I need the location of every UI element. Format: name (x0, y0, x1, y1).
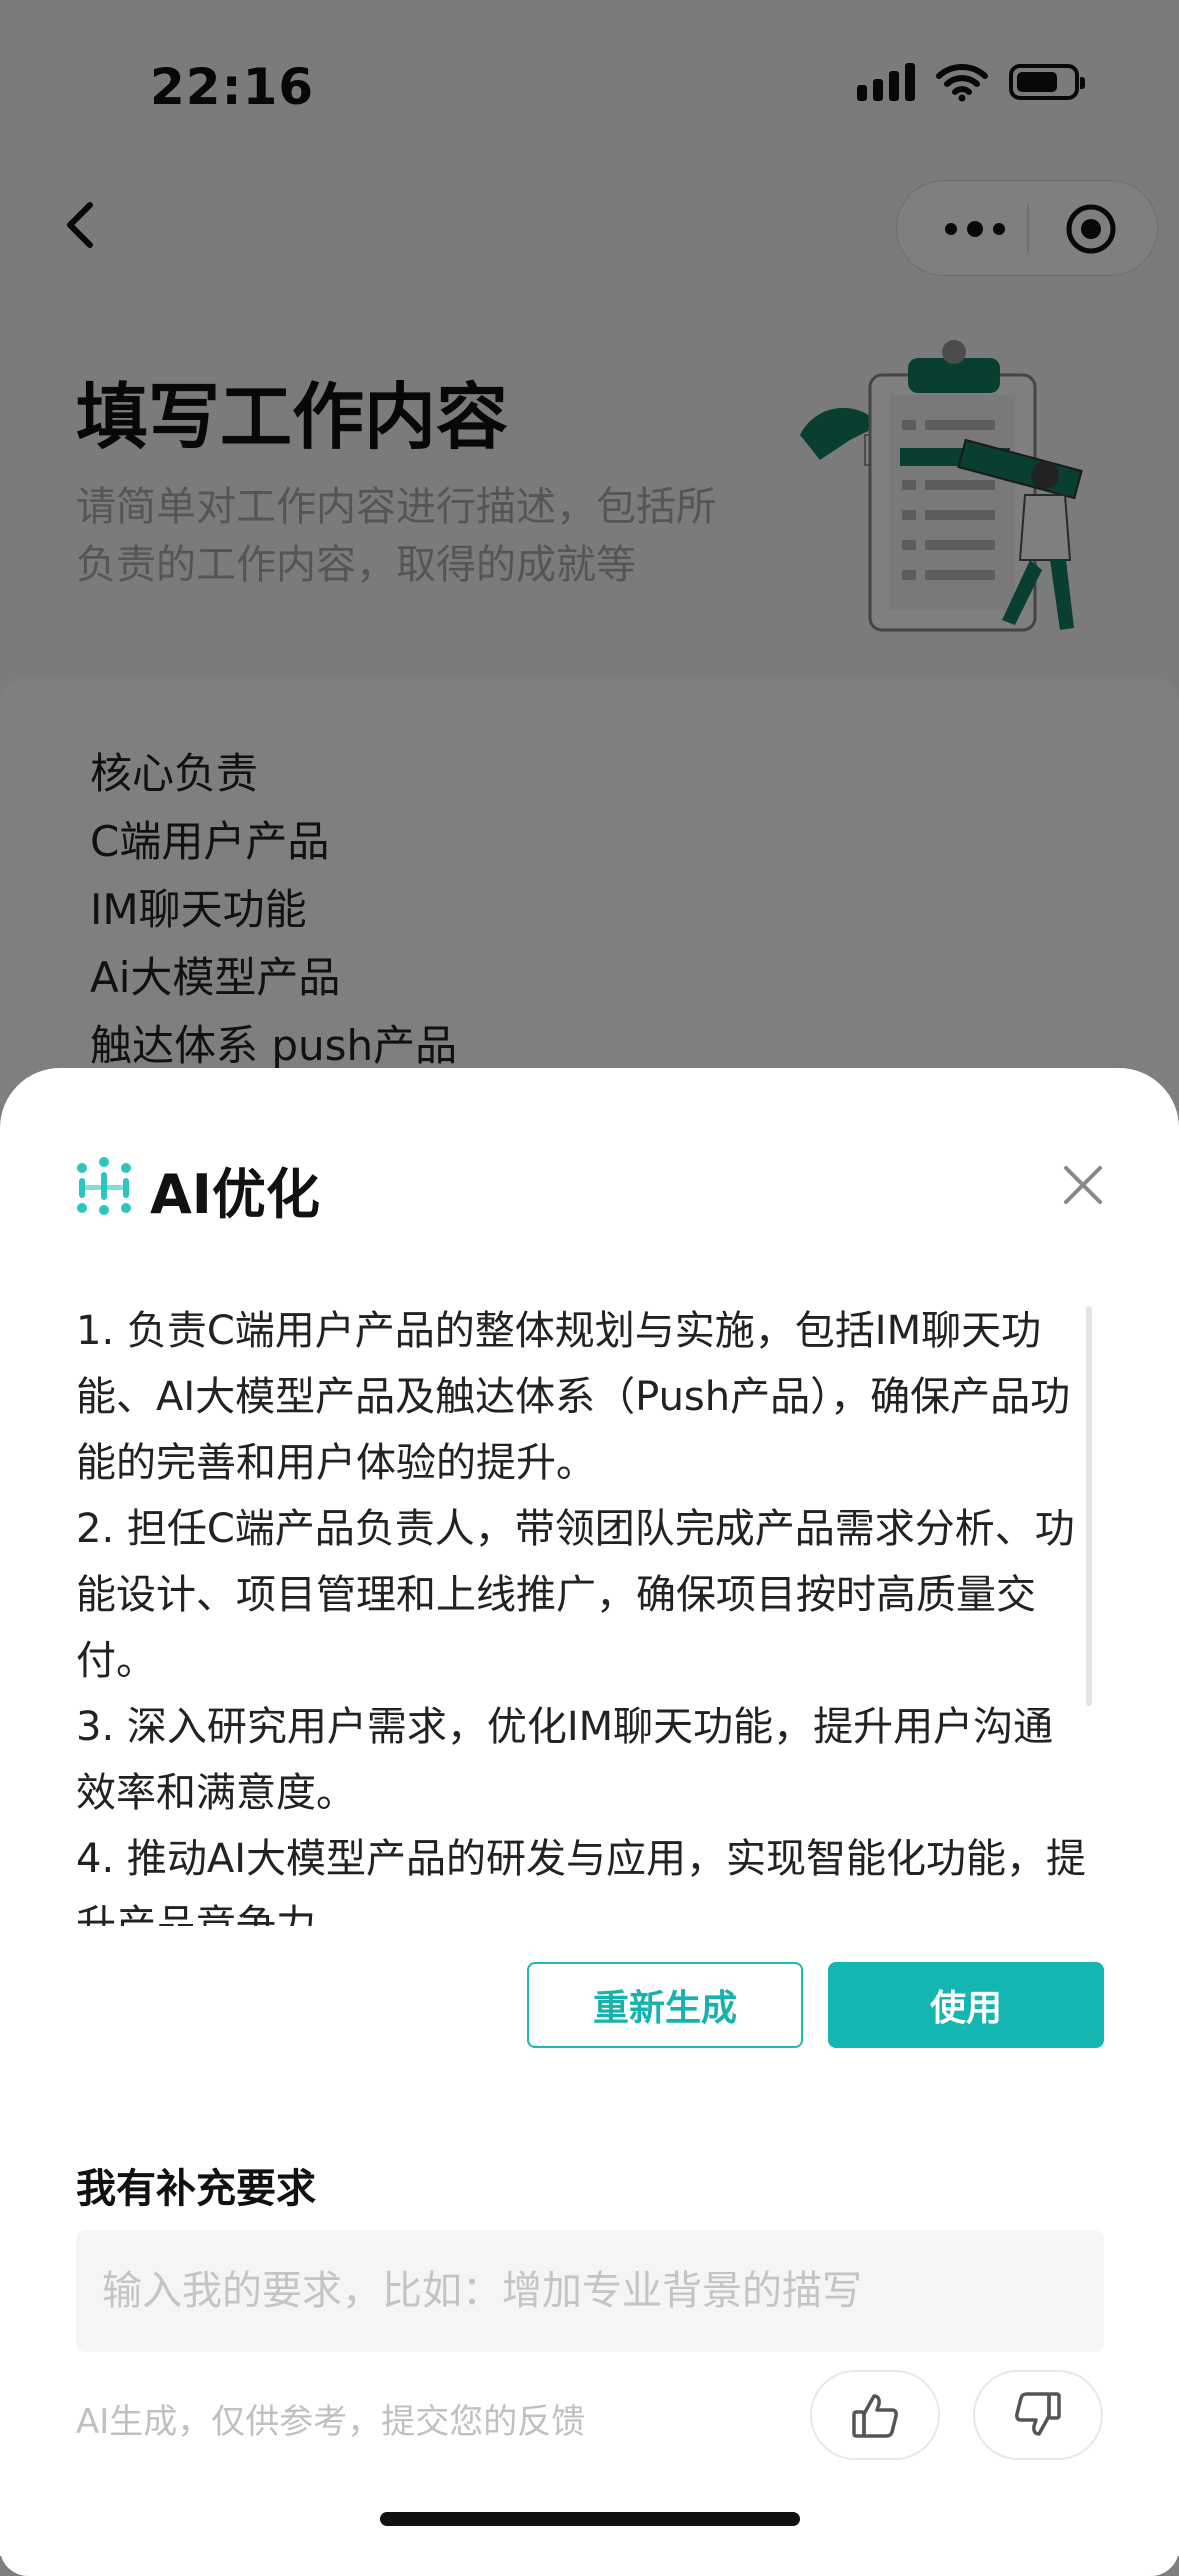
ai-result-scroll[interactable]: 1. 负责C端用户产品的整体规划与实施，包括IM聊天功能、AI大模型产品及触达体… (76, 1298, 1092, 1926)
ai-logo-icon (77, 1157, 131, 1215)
ai-result-text: 1. 负责C端用户产品的整体规划与实施，包括IM聊天功能、AI大模型产品及触达体… (76, 1308, 1087, 1926)
supplement-label: 我有补充要求 (76, 2166, 316, 2212)
disclaimer-text: AI生成，仅供参考，提交您的反馈 (76, 2402, 586, 2442)
use-button[interactable]: 使用 (828, 1962, 1104, 2048)
home-indicator[interactable] (380, 2512, 800, 2526)
regenerate-button[interactable]: 重新生成 (527, 1962, 803, 2048)
like-button[interactable] (810, 2370, 940, 2460)
dislike-button[interactable] (973, 2370, 1103, 2460)
supplement-input[interactable] (76, 2230, 1104, 2352)
close-icon[interactable] (1058, 1160, 1108, 1210)
thumbs-down-icon (1015, 2392, 1061, 2436)
sheet-title: AI优化 (150, 1163, 320, 1226)
thumbs-up-icon (852, 2394, 898, 2438)
scrollbar[interactable] (1086, 1306, 1092, 1706)
